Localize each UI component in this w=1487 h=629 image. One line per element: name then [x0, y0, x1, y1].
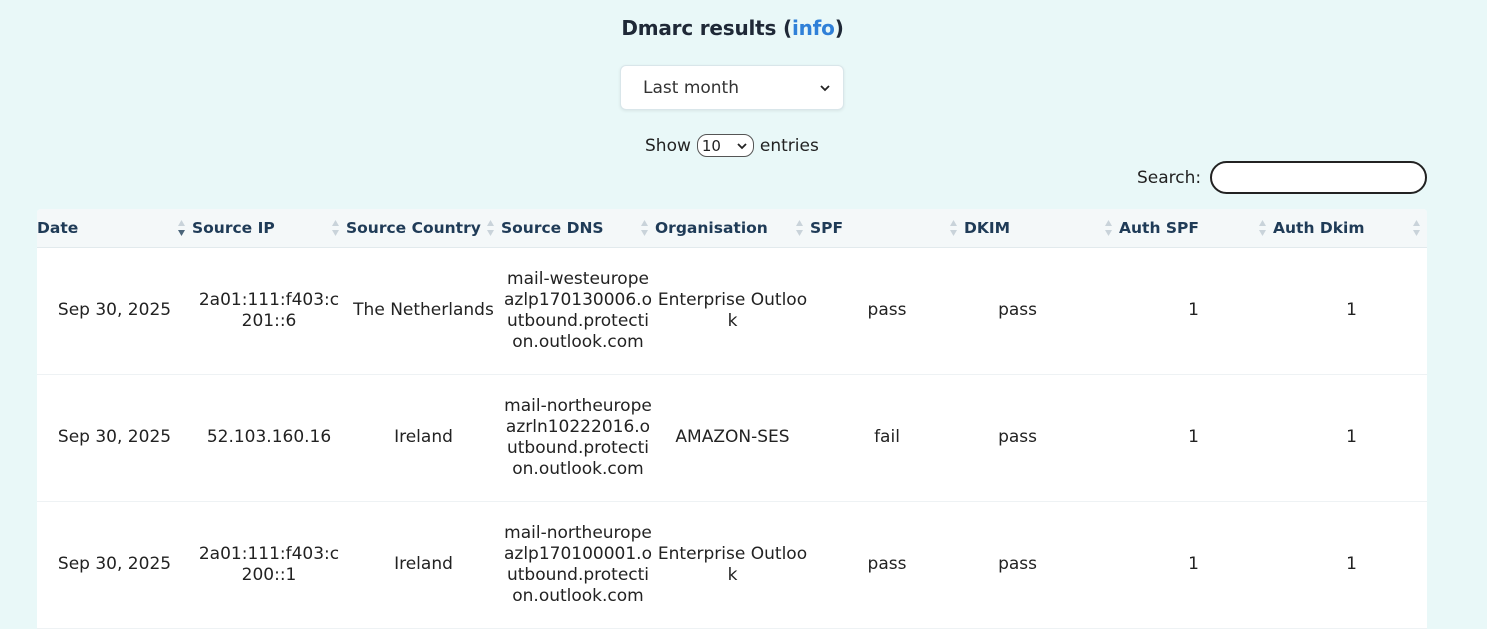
table-header-row: Date Source IP Source Country Source DNS Org…: [37, 209, 1427, 248]
sort-arrows-icon: [1105, 220, 1112, 236]
cell-organisation: Enterprise Outlook: [655, 501, 810, 629]
cell-organisation: Enterprise Outlook: [655, 247, 810, 375]
cell-spf: fail: [810, 374, 964, 502]
sort-arrows-icon: [1413, 220, 1420, 236]
cell-dkim: pass: [964, 501, 1119, 629]
cell-spf: pass: [810, 501, 964, 629]
table-row: Sep 30, 2025 52.103.160.16 Ireland mail-nor…: [37, 374, 1427, 502]
cell-spf: pass: [810, 247, 964, 375]
cell-source-ip: 52.103.160.16: [192, 374, 346, 502]
column-header-date[interactable]: Date: [37, 209, 192, 248]
column-header-source-country[interactable]: Source Country: [346, 209, 501, 248]
column-header-label: Source DNS: [501, 219, 604, 237]
search-input[interactable]: [1210, 161, 1428, 194]
chevron-down-icon: [737, 142, 747, 149]
cell-source-country: The Netherlands: [346, 247, 501, 375]
entries-length-value: 10: [701, 136, 721, 155]
cell-source-country: Ireland: [346, 501, 501, 629]
cell-source-country: Ireland: [346, 374, 501, 502]
column-header-dkim[interactable]: DKIM: [964, 209, 1119, 248]
column-header-label: Source IP: [192, 219, 275, 237]
column-header-source-dns[interactable]: Source DNS: [501, 209, 655, 248]
dmarc-results-page: Dmarc results (info) Last month Show 10 …: [0, 0, 1487, 629]
cell-date: Sep 30, 2025: [37, 501, 192, 629]
period-select[interactable]: Last month: [620, 65, 844, 110]
column-header-source-ip[interactable]: Source IP: [192, 209, 346, 248]
cell-dkim: pass: [964, 374, 1119, 502]
sort-arrows-icon: [950, 220, 957, 236]
sort-arrows-icon: [178, 220, 185, 236]
entries-label: entries: [759, 135, 819, 156]
table-search: Search:: [1137, 161, 1428, 194]
cell-dkim: pass: [964, 247, 1119, 375]
dmarc-results-table: Date Source IP Source Country Source DNS Org…: [37, 209, 1427, 629]
column-header-label: DKIM: [964, 219, 1011, 237]
table-row: Sep 30, 2025 2a01:111:f403:c200::1 Ireland…: [37, 501, 1427, 629]
cell-date: Sep 30, 2025: [37, 374, 192, 502]
cell-auth-spf: 1: [1119, 374, 1273, 502]
entries-length-select[interactable]: 10: [696, 134, 754, 157]
cell-auth-spf: 1: [1119, 501, 1273, 629]
cell-source-ip: 2a01:111:f403:c200::1: [192, 501, 346, 629]
page-title: Dmarc results (info): [621, 16, 844, 40]
cell-source-ip: 2a01:111:f403:c201::6: [192, 247, 346, 375]
cell-date: Sep 30, 2025: [37, 247, 192, 375]
column-header-label: Date: [37, 219, 79, 237]
cell-auth-dkim: 1: [1273, 247, 1427, 375]
period-select-value: Last month: [643, 77, 739, 98]
entries-length-control: Show 10 entries: [645, 134, 819, 157]
cell-organisation: AMAZON-SES: [655, 374, 810, 502]
column-header-auth-spf[interactable]: Auth SPF: [1119, 209, 1273, 248]
cell-auth-dkim: 1: [1273, 501, 1427, 629]
sort-arrows-icon: [332, 220, 339, 236]
column-header-label: Organisation: [655, 219, 768, 237]
sort-arrows-icon: [487, 220, 494, 236]
column-header-auth-dkim[interactable]: Auth Dkim: [1273, 209, 1427, 248]
chevron-down-icon: [820, 84, 830, 91]
cell-auth-spf: 1: [1119, 247, 1273, 375]
info-link[interactable]: info: [792, 16, 835, 40]
search-label: Search:: [1137, 167, 1202, 188]
cell-source-dns: mail-northeuropeazrln10222016.outbound.p…: [501, 374, 655, 502]
sort-arrows-icon: [796, 220, 803, 236]
cell-source-dns: mail-northeuropeazlp170100001.outbound.p…: [501, 501, 655, 629]
column-header-label: Auth SPF: [1119, 219, 1199, 237]
sort-arrows-icon: [1259, 220, 1266, 236]
cell-auth-dkim: 1: [1273, 374, 1427, 502]
column-header-organisation[interactable]: Organisation: [655, 209, 810, 248]
column-header-spf[interactable]: SPF: [810, 209, 964, 248]
show-label: Show: [645, 135, 691, 156]
cell-source-dns: mail-westeuropeazlp170130006.outbound.pr…: [501, 247, 655, 375]
column-header-label: Source Country: [346, 219, 481, 237]
column-header-label: SPF: [810, 219, 844, 237]
column-header-label: Auth Dkim: [1273, 219, 1365, 237]
table-row: Sep 30, 2025 2a01:111:f403:c201::6 The Net…: [37, 247, 1427, 375]
sort-arrows-icon: [641, 220, 648, 236]
